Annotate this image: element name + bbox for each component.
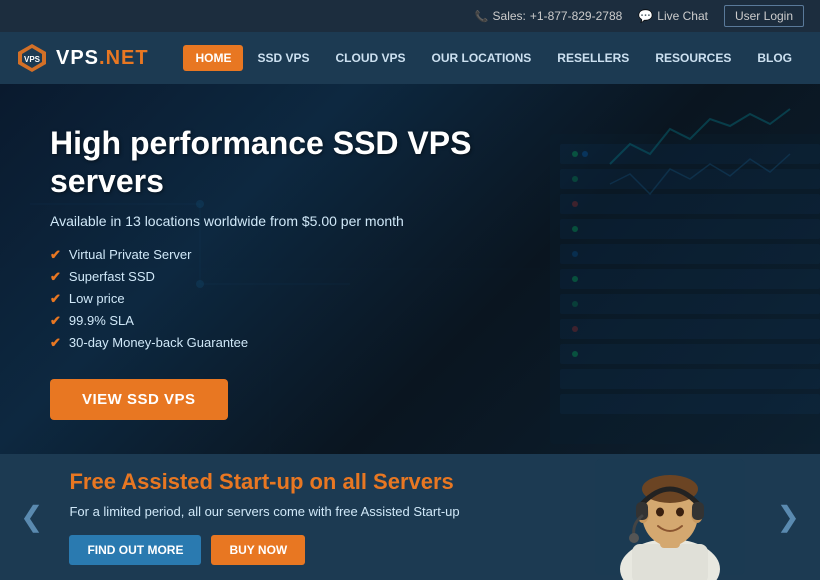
nav-item-blog[interactable]: BLOG: [745, 45, 804, 71]
nav-item-ssd-vps[interactable]: SSD VPS: [245, 45, 321, 71]
bottom-description: For a limited period, all our servers co…: [69, 503, 489, 521]
feature-1: ✔ Virtual Private Server: [50, 247, 510, 263]
feature-2: ✔ Superfast SSD: [50, 269, 510, 285]
logo-net: .NET: [99, 47, 149, 69]
check-icon-3: ✔: [50, 291, 61, 307]
hero-section: High performance SSD VPS servers Availab…: [0, 84, 820, 454]
feature-label-4: 99.9% SLA: [69, 313, 134, 328]
feature-label-2: Superfast SSD: [69, 269, 155, 284]
hero-features-list: ✔ Virtual Private Server ✔ Superfast SSD…: [50, 247, 510, 351]
feature-label-5: 30-day Money-back Guarantee: [69, 335, 248, 350]
hero-title: High performance SSD VPS servers: [50, 124, 510, 201]
logo-vps: VPS: [56, 47, 99, 69]
nav-item-resellers[interactable]: RESELLERS: [545, 45, 641, 71]
support-person-image: [580, 454, 760, 580]
svg-text:VPS: VPS: [24, 55, 41, 64]
nav-item-locations[interactable]: OUR LOCATIONS: [420, 45, 544, 71]
person-svg: [590, 454, 750, 580]
buy-now-button[interactable]: BUY NOW: [211, 535, 305, 565]
bottom-section: ❮ Free Assisted Start-up on all Servers …: [0, 454, 820, 580]
logo-icon: VPS: [16, 42, 48, 74]
feature-3: ✔ Low price: [50, 291, 510, 307]
carousel-right-arrow[interactable]: ❯: [777, 503, 800, 531]
phone-icon: 📞: [475, 10, 489, 23]
nav-item-home[interactable]: HOME: [183, 45, 243, 71]
hero-subtitle: Available in 13 locations worldwide from…: [50, 213, 510, 229]
feature-4: ✔ 99.9% SLA: [50, 313, 510, 329]
header: VPS VPS.NET HOME SSD VPS CLOUD VPS OUR L…: [0, 32, 820, 84]
logo: VPS VPS.NET: [16, 42, 149, 74]
hero-content: High performance SSD VPS servers Availab…: [0, 84, 560, 454]
logo-text: VPS.NET: [56, 47, 149, 70]
sales-info: 📞 Sales: +1-877-829-2788: [475, 9, 622, 23]
nav-item-cloud-vps[interactable]: CLOUD VPS: [324, 45, 418, 71]
chat-icon: 💬: [638, 9, 653, 23]
feature-5: ✔ 30-day Money-back Guarantee: [50, 335, 510, 351]
check-icon-2: ✔: [50, 269, 61, 285]
check-icon-4: ✔: [50, 313, 61, 329]
live-chat-link[interactable]: 💬 Live Chat: [638, 9, 708, 23]
user-login-button[interactable]: User Login: [724, 5, 804, 27]
check-icon-1: ✔: [50, 247, 61, 263]
carousel-left-arrow[interactable]: ❮: [20, 503, 43, 531]
feature-label-3: Low price: [69, 291, 125, 306]
find-out-more-button[interactable]: FIND OUT MORE: [69, 535, 201, 565]
sales-label: Sales:: [493, 9, 526, 23]
check-icon-5: ✔: [50, 335, 61, 351]
feature-label-1: Virtual Private Server: [69, 247, 192, 262]
nav-item-resources[interactable]: RESOURCES: [643, 45, 743, 71]
main-nav: HOME SSD VPS CLOUD VPS OUR LOCATIONS RES…: [183, 45, 804, 71]
sales-phone: +1-877-829-2788: [530, 9, 622, 23]
top-bar: 📞 Sales: +1-877-829-2788 💬 Live Chat Use…: [0, 0, 820, 32]
live-chat-label: Live Chat: [657, 9, 708, 23]
view-ssd-vps-button[interactable]: View SSD VPS: [50, 379, 228, 420]
